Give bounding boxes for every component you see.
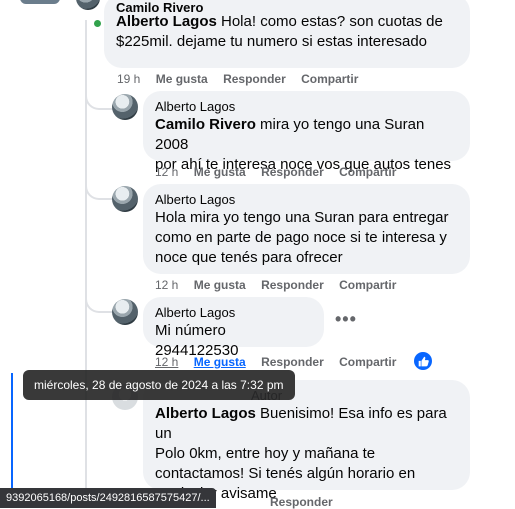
share-button[interactable]: Compartir: [301, 72, 358, 86]
share-button[interactable]: Compartir: [339, 355, 396, 369]
avatar-alberto[interactable]: [112, 299, 138, 325]
comment-author[interactable]: Camilo Rivero: [116, 0, 458, 12]
mention-link[interactable]: Alberto Lagos: [116, 13, 217, 30]
reply-author[interactable]: Alberto Lagos: [155, 99, 458, 115]
comment-text: Alberto Lagos Hola! como estas? son cuot…: [116, 13, 443, 50]
online-dot: [92, 18, 103, 29]
status-bar-url: 9392065168/posts/2492816587575427/...: [0, 488, 216, 508]
reply-actions: 12 h Me gusta Responder Compartir: [155, 278, 408, 292]
like-button[interactable]: Me gusta: [156, 72, 208, 86]
reply-bubble-1: Alberto Lagos Camilo Rivero mira yo teng…: [143, 91, 470, 173]
thumbs-up-icon: [418, 356, 429, 366]
timestamp[interactable]: 12 h: [155, 165, 178, 179]
reply-button[interactable]: Responder: [223, 72, 286, 86]
thread-elbow-1: [85, 66, 113, 110]
share-button[interactable]: Compartir: [339, 165, 396, 179]
reply-bubble-3: Alberto Lagos Mi número 2944122530: [143, 297, 324, 359]
more-options-icon[interactable]: •••: [335, 309, 357, 330]
thread-elbow-3: [85, 285, 113, 313]
comment-bubble-camilo: Camilo Rivero Alberto Lagos Hola! como e…: [104, 0, 470, 68]
like-reaction-icon[interactable]: [414, 352, 432, 370]
reply-text: Hola mira yo tengo una Suran para entreg…: [155, 209, 449, 266]
reply-actions: 12 h Me gusta Responder Compartir: [155, 165, 408, 179]
timestamp-tooltip: miércoles, 28 de agosto de 2024 a las 7:…: [23, 370, 295, 400]
partial-top-avatar: [20, 0, 60, 4]
reply-author[interactable]: Alberto Lagos: [155, 192, 458, 208]
like-button[interactable]: Me gusta: [194, 165, 246, 179]
reply-button[interactable]: Responder: [261, 165, 324, 179]
like-button[interactable]: Me gusta: [194, 355, 246, 369]
timestamp[interactable]: 12 h: [155, 355, 178, 369]
mention-link[interactable]: Camilo Rivero: [155, 116, 256, 133]
timestamp[interactable]: 19 h: [117, 72, 140, 86]
timestamp[interactable]: 12 h: [155, 278, 178, 292]
mention-link[interactable]: Alberto Lagos: [155, 405, 256, 422]
reply-bubble-2: Alberto Lagos Hola mira yo tengo una Sur…: [143, 184, 470, 274]
reply-author[interactable]: Alberto Lagos: [155, 305, 312, 321]
comment-actions: 19 h Me gusta Responder Compartir: [117, 72, 370, 86]
avatar-alberto[interactable]: [112, 94, 138, 120]
avatar-camilo[interactable]: [76, 0, 100, 10]
like-button[interactable]: Me gusta: [194, 278, 246, 292]
highlight-bar: [11, 373, 13, 507]
reply-actions: 12 h Me gusta Responder Compartir: [155, 355, 408, 369]
reply-button[interactable]: Responder: [261, 278, 324, 292]
avatar-alberto[interactable]: [112, 186, 138, 212]
share-button[interactable]: Compartir: [339, 278, 396, 292]
reply-button[interactable]: Responder: [261, 355, 324, 369]
thread-elbow-2: [85, 170, 113, 200]
